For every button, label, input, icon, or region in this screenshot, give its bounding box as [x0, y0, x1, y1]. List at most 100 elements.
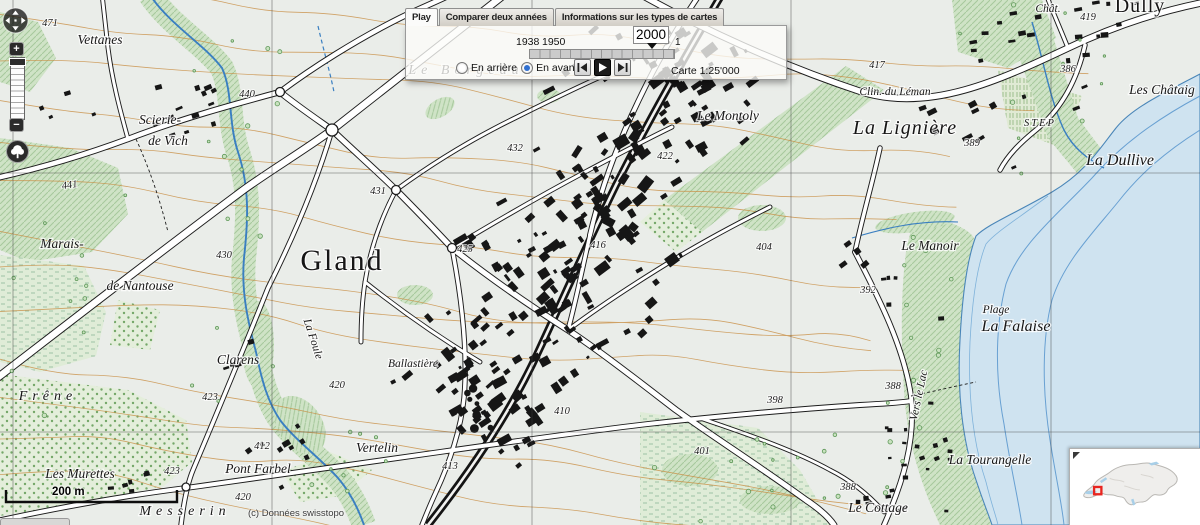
- tree-symbol: [230, 39, 234, 43]
- tree-symbol: [84, 283, 89, 288]
- building: [902, 441, 907, 445]
- map-label: 404: [756, 242, 773, 253]
- tree-symbol: [215, 325, 219, 330]
- overview-inset[interactable]: [1069, 448, 1200, 525]
- map-label: Scierie-: [139, 112, 181, 127]
- tree-symbol: [771, 458, 775, 462]
- map-label: 401: [694, 446, 710, 457]
- building: [1106, 1, 1111, 7]
- map-label: 420: [329, 380, 346, 391]
- scale-bar: 200 m: [4, 486, 184, 518]
- zoom-slider[interactable]: [9, 57, 26, 120]
- tree-symbol: [270, 364, 275, 369]
- map-label: 412: [254, 441, 271, 452]
- radio-button-icon[interactable]: [521, 62, 534, 74]
- radio-button-icon[interactable]: [456, 62, 468, 74]
- tree-symbol: [1099, 82, 1104, 86]
- map-label: Les Châtaig: [1128, 82, 1195, 97]
- tree-symbol: [82, 296, 88, 301]
- building: [1082, 52, 1090, 58]
- tree-symbol: [225, 216, 230, 221]
- tree-symbol: [192, 69, 196, 73]
- map-viewer: 471 Vettanes 440 Scierie-de Vich 441 Marais-d…: [0, 0, 1200, 525]
- map-label: 389: [963, 138, 981, 149]
- map-label: 392: [859, 285, 877, 296]
- zoom-in-button[interactable]: +: [9, 42, 24, 56]
- building: [903, 427, 908, 432]
- footer-tab[interactable]: [0, 518, 70, 525]
- map-label: 410: [554, 406, 571, 417]
- map-label: Le Cottage: [847, 500, 908, 515]
- timeline-slider[interactable]: [529, 49, 675, 59]
- tree-symbol: [1010, 2, 1017, 8]
- tree-symbol: [41, 412, 48, 419]
- map-label: Frêne: [18, 389, 77, 404]
- tree-symbol: [770, 488, 774, 493]
- map-label: La Falaise: [981, 318, 1051, 335]
- tree-symbol: [935, 352, 941, 358]
- building: [1065, 57, 1071, 64]
- radio-en-avant[interactable]: En avant: [521, 62, 578, 74]
- map-label: de Vich: [148, 133, 188, 148]
- tab-comparer-deux-ann-es[interactable]: Comparer deux années: [438, 8, 554, 26]
- tree-symbol: [277, 49, 283, 55]
- layers-button[interactable]: [6, 140, 29, 163]
- current-year-display[interactable]: 2000: [633, 26, 669, 44]
- map-label: La Lignière: [852, 117, 957, 139]
- map-label: Marais-: [39, 236, 84, 251]
- tree-symbol: [11, 275, 16, 281]
- storage-tank: [464, 389, 471, 397]
- tree-symbol: [795, 455, 800, 460]
- tab-play[interactable]: Play: [405, 8, 438, 26]
- building: [914, 444, 920, 449]
- building: [970, 48, 977, 53]
- map-label: 440: [239, 89, 256, 100]
- collapse-arrow-icon[interactable]: [1073, 452, 1080, 459]
- map-label: La Tourangelle: [948, 452, 1031, 467]
- map-label: Vertelin: [356, 440, 398, 455]
- map-label: 419: [1080, 12, 1097, 23]
- map-label: Chât.: [1035, 3, 1060, 15]
- storage-tank: [487, 424, 494, 431]
- timeline-tick-label: 1938: [516, 36, 540, 48]
- building: [888, 456, 892, 460]
- tree-symbol: [341, 473, 346, 478]
- map-label: Le Montoly: [696, 108, 759, 123]
- step-back-button[interactable]: [574, 59, 591, 76]
- pan-control[interactable]: [2, 7, 29, 34]
- tree-symbol: [821, 448, 827, 454]
- scale-bar-label: 200 m: [52, 486, 85, 498]
- tree-symbol: [1063, 11, 1067, 15]
- map-label: 432: [507, 143, 524, 154]
- tree-symbol: [221, 153, 227, 159]
- zoom-out-button[interactable]: −: [9, 118, 24, 132]
- tree-symbol: [949, 277, 954, 282]
- tree-symbol: [835, 493, 841, 499]
- play-button[interactable]: [594, 59, 611, 76]
- storage-tank: [472, 410, 482, 420]
- step-back-icon: [577, 63, 587, 72]
- panel-body: 1938 1950 2000 1 En arrière En avant Car…: [405, 25, 787, 80]
- building: [944, 509, 949, 513]
- radio-label: En arrière: [471, 62, 518, 74]
- map-label: STEP: [1024, 118, 1056, 129]
- tree-symbol: [908, 335, 914, 340]
- map-label: 423: [202, 392, 218, 403]
- tree-symbol: [68, 299, 73, 303]
- zoom-slider-handle[interactable]: [9, 58, 26, 66]
- tree-symbol: [43, 221, 47, 225]
- direction-radios: En arrière En avant: [456, 62, 578, 74]
- step-forward-button[interactable]: [614, 59, 631, 76]
- panel-tabs: Play Comparer deux années Informations sur…: [405, 8, 787, 26]
- map-label: 417: [869, 60, 886, 71]
- scale-bar-bracket: [4, 490, 179, 504]
- radio-en-arri-re[interactable]: En arrière: [456, 62, 517, 74]
- map-label: 416: [590, 240, 607, 251]
- map-label: 441: [61, 179, 78, 192]
- tab-informations-sur-les-types-de-cartes[interactable]: Informations sur les types de cartes: [554, 8, 725, 26]
- tree-symbol: [79, 253, 85, 258]
- building: [902, 475, 909, 480]
- building: [886, 275, 891, 281]
- tree-symbol: [936, 347, 942, 353]
- map-label: Ballastière: [388, 358, 438, 370]
